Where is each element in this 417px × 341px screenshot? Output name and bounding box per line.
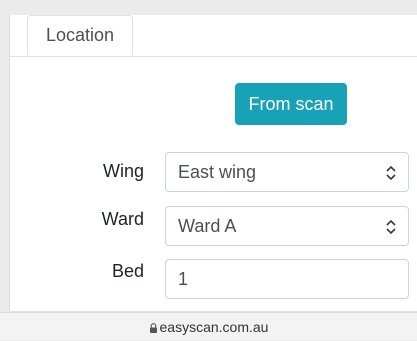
tab-bar: Location <box>10 15 417 57</box>
updown-chevron-icon <box>386 165 396 181</box>
from-scan-button[interactable]: From scan <box>235 83 347 125</box>
ward-label: Ward <box>101 209 144 229</box>
ward-select[interactable]: Ward A <box>165 206 409 246</box>
bed-label: Bed <box>111 261 144 281</box>
bed-input-value: 1 <box>178 269 189 289</box>
address-bar[interactable]: easyscan.com.au <box>0 312 417 340</box>
wing-select-value: East wing <box>178 162 257 182</box>
url-text: easyscan.com.au <box>159 319 269 335</box>
wing-select[interactable]: East wing <box>165 152 409 192</box>
updown-chevron-icon <box>386 219 396 235</box>
browser-viewport: Location From scan Wing East wing Ward W… <box>0 0 417 340</box>
ward-select-value: Ward A <box>178 216 237 236</box>
location-card: Location From scan Wing East wing Ward W… <box>9 15 417 312</box>
lock-icon <box>149 323 157 333</box>
tab-location[interactable]: Location <box>27 15 133 56</box>
bed-input[interactable]: 1 <box>165 259 409 299</box>
wing-label: Wing <box>102 161 144 181</box>
